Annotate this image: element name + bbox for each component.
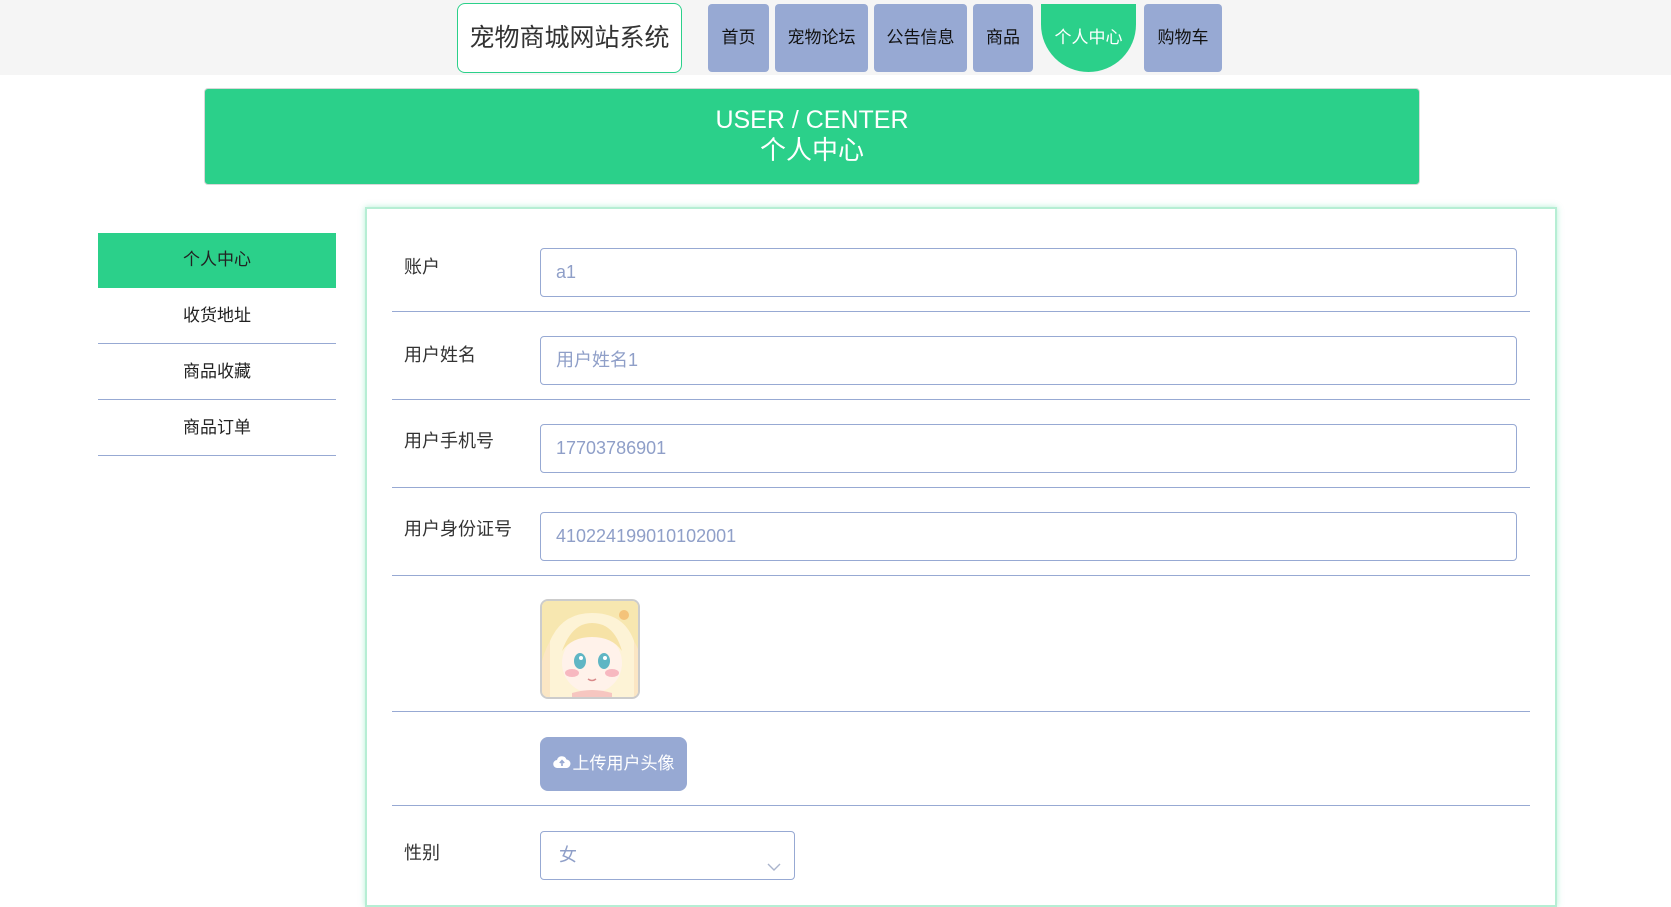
gender-value: 女: [559, 845, 577, 866]
form-row-phone: 用户手机号 17703786901: [392, 400, 1530, 488]
phone-field[interactable]: 17703786901: [540, 424, 1517, 473]
side-item-shipping-address[interactable]: 收货地址: [98, 288, 336, 344]
gender-label: 性别: [404, 843, 440, 864]
id-card-label: 用户身份证号: [404, 519, 512, 540]
account-field[interactable]: a1: [540, 248, 1517, 297]
profile-form-panel: 账户 a1 用户姓名 用户姓名1 用户手机号 17703786901 用户身份证…: [365, 207, 1557, 907]
id-card-field[interactable]: 410224199010102001: [540, 512, 1517, 561]
avatar-image: [542, 601, 638, 697]
side-menu: 个人中心 收货地址 商品收藏 商品订单: [98, 233, 336, 456]
nav-item-home[interactable]: 首页: [708, 4, 769, 72]
name-label: 用户姓名: [404, 345, 476, 366]
banner-title-en: USER / CENTER: [715, 106, 909, 134]
nav-item-forum[interactable]: 宠物论坛: [775, 4, 868, 72]
top-nav-bar: 宠物商城网站系统 首页 宠物论坛 公告信息 商品 个人中心 购物车: [0, 0, 1671, 75]
cloud-upload-icon: [552, 737, 571, 791]
upload-avatar-button[interactable]: 上传用户头像: [540, 737, 687, 791]
side-item-favorites[interactable]: 商品收藏: [98, 344, 336, 400]
nav-item-products[interactable]: 商品: [973, 4, 1033, 72]
form-row-name: 用户姓名 用户姓名1: [392, 312, 1530, 400]
banner-title-zh: 个人中心: [759, 136, 864, 166]
chevron-down-icon: [766, 846, 782, 871]
side-item-user-center[interactable]: 个人中心: [98, 233, 336, 288]
form-row-avatar: [392, 576, 1530, 712]
form-row-id-card: 用户身份证号 410224199010102001: [392, 488, 1530, 576]
nav-item-cart[interactable]: 购物车: [1144, 4, 1222, 72]
account-label: 账户: [404, 257, 440, 278]
upload-avatar-label: 上传用户头像: [572, 754, 675, 774]
nav-item-user-center[interactable]: 个人中心: [1041, 4, 1136, 72]
page-banner: USER / CENTER 个人中心: [204, 88, 1420, 185]
side-item-orders[interactable]: 商品订单: [98, 400, 336, 456]
form-row-upload: 上传用户头像: [392, 712, 1530, 806]
form-row-account: 账户 a1: [392, 209, 1530, 312]
name-field[interactable]: 用户姓名1: [540, 336, 1517, 385]
gender-select[interactable]: 女: [540, 831, 795, 880]
phone-label: 用户手机号: [404, 431, 494, 452]
form-row-gender: 性别 女: [392, 806, 1530, 906]
site-brand[interactable]: 宠物商城网站系统: [457, 3, 682, 73]
user-avatar: [540, 599, 640, 699]
nav-item-announcements[interactable]: 公告信息: [874, 4, 967, 72]
